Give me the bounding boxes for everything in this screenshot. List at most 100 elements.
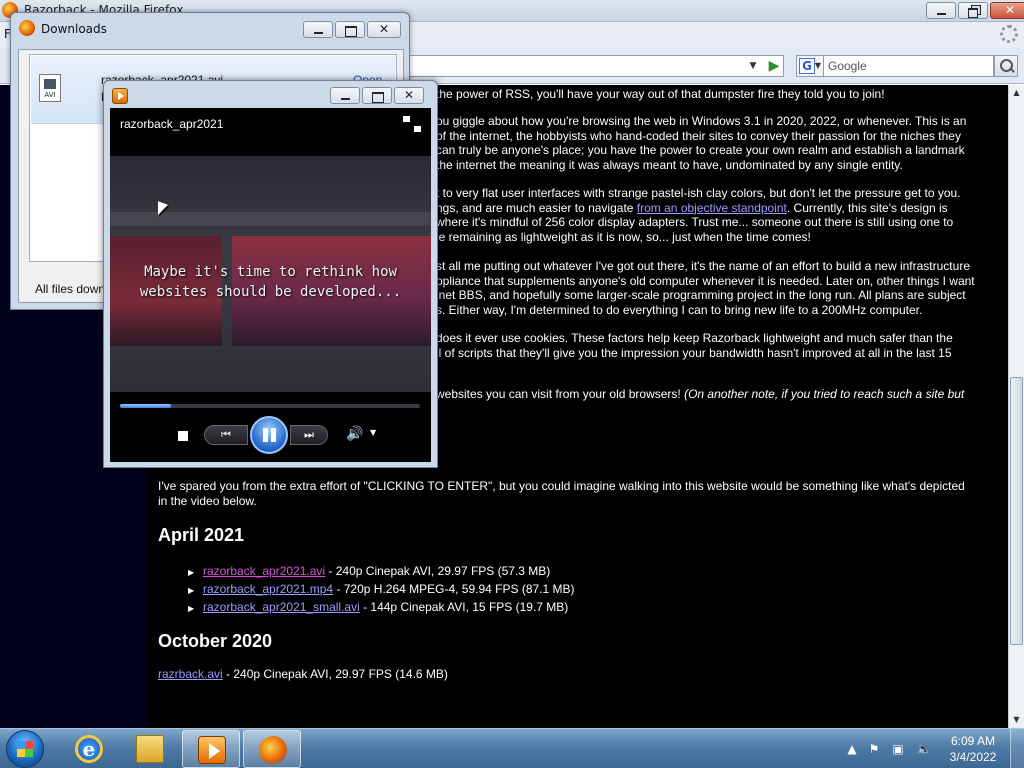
notification-area: ▲ ⚑ ▣ 🔈 [844, 737, 944, 761]
search-engine-selector[interactable]: G ▼ [796, 55, 824, 77]
text-line: ou giggle about how you're browsing the … [436, 114, 967, 128]
close-button[interactable]: ✕ [990, 2, 1024, 19]
taskbar-windows-explorer[interactable] [121, 730, 179, 768]
clip-title: razorback_apr2021 [120, 117, 224, 131]
url-history-dropdown-icon[interactable]: ▼ [744, 56, 762, 76]
seek-progress [120, 404, 171, 408]
previous-button[interactable]: ⏮ [204, 425, 248, 445]
internet-explorer-icon: e [75, 735, 103, 763]
next-button[interactable]: ⏭ [290, 425, 328, 445]
page-scrollbar[interactable]: ▲ ▼ [1008, 85, 1024, 728]
downloads-footer-status: All files down [35, 282, 106, 296]
volume-muted-icon[interactable]: 🔈 [916, 741, 932, 757]
video-frame[interactable]: Maybe it's time to rethink how websites … [110, 156, 431, 392]
action-center-flag-icon[interactable]: ⚑ [866, 741, 882, 757]
text-line: ngs, and are much easier to navigate fro… [436, 201, 961, 216]
volume-icon[interactable]: 🔊 [346, 426, 366, 444]
minimize-button[interactable] [926, 2, 956, 19]
firefox-caption-buttons: ✕ [926, 2, 1024, 19]
taskbar: e ▲ ⚑ ▣ 🔈 6:09 AM 3/4/2022 [0, 728, 1024, 768]
video-caption: Maybe it's time to rethink how websites … [139, 264, 402, 300]
player-controls: ⏮ ⏭ 🔊 ▼ [110, 416, 431, 456]
text-line: st all me putting out whatever I've got … [436, 259, 970, 273]
text-line: in the video below. [158, 493, 257, 508]
seek-bar[interactable] [120, 404, 420, 408]
text-segment: websites you can visit from your old bro… [436, 387, 685, 401]
paragraph-cookies: does it ever use cookies. These factors … [436, 331, 953, 360]
taskbar-firefox[interactable] [243, 730, 301, 768]
media-player-window: ✕ razorback_apr2021 Maybe it's time to r… [103, 80, 438, 468]
text-line: does it ever use cookies. These factors … [436, 331, 953, 345]
search-input[interactable]: Google [824, 55, 994, 77]
maximize-button[interactable] [335, 21, 365, 38]
minimize-button[interactable] [330, 87, 360, 104]
download-link[interactable]: razrback.avi [158, 667, 223, 681]
clock-date[interactable]: 3/4/2022 [948, 750, 998, 764]
stop-button[interactable] [178, 431, 188, 441]
heading-april-2021: April 2021 [158, 525, 245, 545]
file-description: - 144p Cinepak AVI, 15 FPS (19.7 MB) [359, 600, 569, 614]
url-bar[interactable] [406, 55, 784, 77]
paragraph-intro: ou giggle about how you're browsing the … [436, 114, 966, 172]
minimize-button[interactable] [303, 21, 333, 38]
list-item: ▶ razorback_apr2021.avi - 240p Cinepak AV… [188, 564, 550, 578]
text-line: lnet BBS, and hopefully some larger-scal… [436, 288, 966, 303]
download-link[interactable]: razorback_apr2021.avi [203, 564, 325, 578]
taskbar-internet-explorer[interactable]: e [60, 730, 118, 768]
download-link[interactable]: razorback_apr2021_small.avi [203, 600, 360, 614]
text-segment: . Currently, this site's design is [786, 200, 948, 215]
chevron-down-icon[interactable]: ▼ [370, 428, 376, 437]
show-desktop-button[interactable] [1010, 729, 1024, 768]
text-line: ppliance that supplements anyone's old c… [436, 273, 975, 288]
player-caption-buttons: ✕ [330, 87, 424, 104]
pause-button[interactable] [250, 416, 288, 454]
file-description: - 720p H.264 MPEG-4, 59.94 FPS (87.1 MB) [333, 582, 575, 596]
show-hidden-icons-icon[interactable]: ▲ [844, 741, 860, 757]
bullet-icon: ▶ [188, 604, 195, 613]
text-line: websites you can visit from your old bro… [436, 387, 964, 402]
scroll-up-icon[interactable]: ▲ [1009, 85, 1024, 101]
paragraph-clicking-to-enter: I've spared you from the extra effort of… [158, 479, 965, 508]
go-button[interactable]: ▶ [764, 56, 784, 76]
close-icon: ✕ [403, 88, 415, 102]
download-link[interactable]: razorback_apr2021.mp4 [203, 582, 333, 596]
text-line: where it's mindful of 256 color display … [436, 215, 954, 230]
media-player-icon [198, 736, 226, 764]
close-button[interactable]: ✕ [367, 21, 401, 38]
file-type-label: AVI [44, 91, 56, 99]
search-icon[interactable] [994, 55, 1018, 77]
bullet-icon: ▶ [188, 568, 195, 577]
scroll-thumb[interactable] [1010, 377, 1023, 645]
list-item: ▶ razorback_apr2021.mp4 - 720p H.264 MPEG… [188, 582, 575, 596]
player-client-area: razorback_apr2021 Maybe it's time to ret… [110, 108, 431, 462]
taskbar-media-player[interactable] [182, 730, 240, 768]
text-line: s. Either way, I'm determined to do ever… [436, 302, 923, 317]
text-line: t to very flat user interfaces with stra… [436, 186, 961, 200]
close-icon: ✕ [1004, 3, 1016, 17]
throbber-icon [1000, 25, 1018, 43]
start-button[interactable] [6, 730, 44, 768]
paragraph-infrastructure: st all me putting out whatever I've got … [436, 259, 975, 317]
downloads-caption-buttons: ✕ [303, 21, 401, 38]
switch-to-library-icon[interactable] [403, 116, 421, 132]
objective-standpoint-link[interactable]: from an objective standpoint [637, 201, 787, 215]
paragraph-rss: the power of RSS, you'll have your way o… [436, 87, 885, 102]
text-line: can truly be anyone's place; you have th… [436, 143, 965, 158]
clock-time[interactable]: 6:09 AM [948, 734, 998, 748]
media-player-icon [112, 88, 128, 104]
google-g-icon: G [799, 58, 815, 74]
maximize-button[interactable] [362, 87, 392, 104]
file-description: - 240p Cinepak AVI, 29.97 FPS (14.6 MB) [222, 667, 448, 681]
text-line: of the internet, the hobbyists who hand-… [436, 128, 961, 143]
scroll-down-icon[interactable]: ▼ [1009, 712, 1024, 728]
text-line: the internet the meaning it was always m… [436, 157, 903, 172]
text-line: the power of RSS, you'll have your way o… [436, 87, 885, 101]
restore-button[interactable] [958, 2, 988, 19]
downloads-title: Downloads [41, 22, 107, 36]
close-button[interactable]: ✕ [394, 87, 424, 104]
bullet-icon: ▶ [188, 586, 195, 595]
heading-october-2020: October 2020 [158, 631, 273, 651]
text-segment: ngs, and are much easier to navigate [436, 200, 637, 215]
network-icon[interactable]: ▣ [890, 741, 906, 757]
file-description: - 240p Cinepak AVI, 29.97 FPS (57.3 MB) [325, 564, 551, 578]
